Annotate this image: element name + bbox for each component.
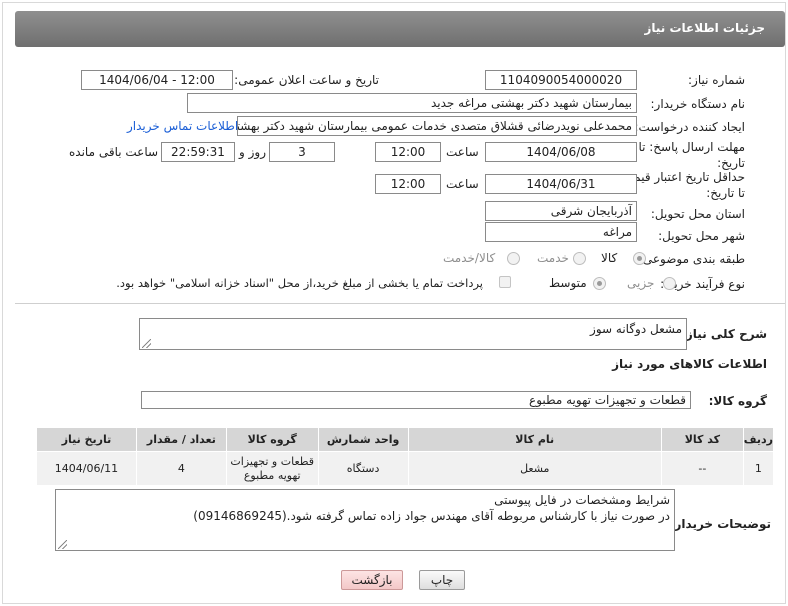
col-header-unit: واحد شمارش <box>317 427 409 452</box>
summary-label: شرح کلی نیاز: <box>681 327 767 341</box>
category-option-both: کالا/خدمت <box>443 251 496 265</box>
goods-table: ردیف کد کالا نام کالا واحد شمارش گروه کا… <box>36 427 775 486</box>
treasury-payment-note: پرداخت تمام یا بخشی از مبلغ خرید،از محل … <box>116 276 483 290</box>
category-radio-service[interactable] <box>573 252 586 265</box>
process-option-minor: جزیی <box>627 276 655 290</box>
goods-group-field[interactable]: قطعات و تجهیزات تهویه مطبوع <box>141 391 691 409</box>
price-validity-date-field[interactable]: 1404/06/31 <box>485 174 637 194</box>
process-option-medium: متوسط <box>549 276 587 290</box>
category-radio-both[interactable] <box>507 252 520 265</box>
buyer-notes-label: توضیحات خریدار: <box>669 517 771 531</box>
province-field[interactable]: آذربایجان شرقی <box>485 201 637 221</box>
reply-deadline-date-field[interactable]: 1404/06/08 <box>485 142 637 162</box>
cell-row-number: 1 <box>742 451 775 486</box>
reply-deadline-days-field[interactable]: 3 <box>269 142 335 162</box>
page-title: جزئیات اطلاعات نیاز <box>644 21 765 35</box>
reply-deadline-days-label: روز و <box>239 145 266 159</box>
page-frame: جزئیات اطلاعات نیاز شماره نیاز: 11040900… <box>2 2 786 604</box>
col-header-date: تاریخ نیاز <box>36 427 137 452</box>
col-header-row-number: ردیف <box>742 427 775 452</box>
reply-deadline-remaining-field[interactable]: 22:59:31 <box>161 142 235 162</box>
resize-handle-icon[interactable] <box>142 339 151 348</box>
price-validity-time-label: ساعت <box>446 177 479 191</box>
requester-label: ایجاد کننده درخواست: <box>634 120 745 134</box>
category-label: طبقه بندی موضوعی: <box>638 252 745 266</box>
city-field[interactable]: مراغه <box>485 222 637 242</box>
cell-code: -- <box>660 451 744 486</box>
reply-deadline-time-label: ساعت <box>446 145 479 159</box>
process-radio-minor[interactable] <box>663 277 676 290</box>
category-radio-goods[interactable] <box>633 252 646 265</box>
goods-group-label: گروه کالا: <box>708 394 767 408</box>
announce-datetime-field[interactable]: 1404/06/04 - 12:00 <box>81 70 233 90</box>
reply-deadline-remaining-label: ساعت باقی مانده <box>69 145 159 159</box>
buyer-notes-line-2: در صورت نیاز با کارشناس مربوطه آقای مهند… <box>193 509 670 523</box>
buyer-notes-line-1: شرایط ومشخصات در فایل پیوستی <box>494 493 670 507</box>
requester-field[interactable]: محمدعلی نویدرضائی قشلاق متصدی خدمات عموم… <box>237 116 637 136</box>
col-header-name: نام کالا <box>407 427 662 452</box>
category-option-goods: کالا <box>601 251 618 265</box>
cell-unit: دستگاه <box>317 451 409 486</box>
table-row[interactable]: 1 -- مشعل دستگاه قطعات و تجهیزات تهویه م… <box>36 451 775 486</box>
col-header-group: گروه کالا <box>225 427 319 452</box>
col-header-qty: تعداد / مقدار <box>135 427 227 452</box>
province-label: استان محل تحویل: <box>650 207 745 221</box>
buyer-org-field[interactable]: بیمارستان شهید دکتر بهشتی مراغه جدید <box>187 93 637 113</box>
price-validity-label-1: حداقل تاریخ اعتبار قیمت: <box>618 170 745 184</box>
back-button[interactable]: بازگشت <box>341 570 403 590</box>
table-header-row: ردیف کد کالا نام کالا واحد شمارش گروه کا… <box>36 427 775 452</box>
reply-deadline-label-2: تاریخ: <box>717 156 745 170</box>
reply-deadline-time-field[interactable]: 12:00 <box>375 142 441 162</box>
summary-text: مشعل دوگانه سوز <box>590 322 682 336</box>
price-validity-time-field[interactable]: 12:00 <box>375 174 441 194</box>
cell-qty: 4 <box>135 451 227 486</box>
print-button[interactable]: چاپ <box>419 570 465 590</box>
buyer-notes-textarea[interactable]: شرایط ومشخصات در فایل پیوستی در صورت نیا… <box>55 489 675 551</box>
city-label: شهر محل تحویل: <box>658 229 745 243</box>
summary-textarea[interactable]: مشعل دوگانه سوز <box>139 318 687 350</box>
price-validity-label-2: تا تاریخ: <box>706 186 745 200</box>
category-option-service: خدمت <box>537 251 569 265</box>
cell-date: 1404/06/11 <box>36 451 137 486</box>
section-divider <box>15 303 785 304</box>
resize-handle-icon[interactable] <box>58 540 67 549</box>
buyer-org-label: نام دستگاه خریدار: <box>650 97 746 111</box>
cell-group: قطعات و تجهیزات تهویه مطبوع <box>225 451 319 486</box>
col-header-code: کد کالا <box>660 427 744 452</box>
treasury-payment-checkbox[interactable] <box>499 276 511 288</box>
goods-section-title: اطلاعات کالاهای مورد نیاز <box>612 357 767 371</box>
reply-deadline-label-1: مهلت ارسال پاسخ: تا <box>638 140 745 154</box>
process-radio-medium[interactable] <box>593 277 606 290</box>
announce-datetime-label: تاریخ و ساعت اعلان عمومی: <box>234 73 379 87</box>
page-header: جزئیات اطلاعات نیاز <box>15 11 785 47</box>
need-number-field[interactable]: 1104090054000020 <box>485 70 637 90</box>
cell-name: مشعل <box>407 451 662 486</box>
buyer-contact-link[interactable]: اطلاعات تماس خریدار <box>127 119 238 133</box>
need-number-label: شماره نیاز: <box>688 73 745 87</box>
